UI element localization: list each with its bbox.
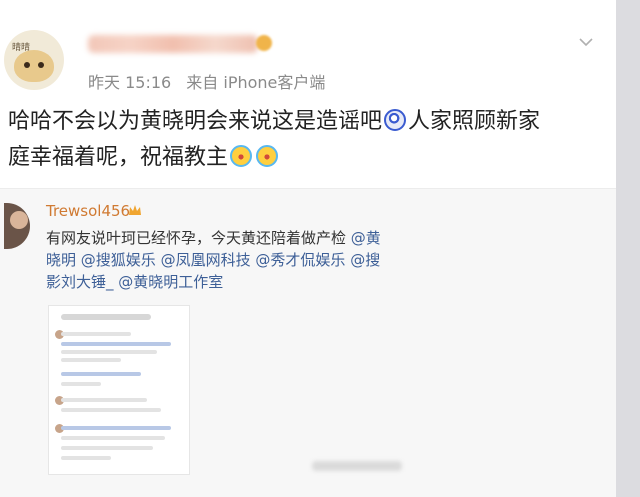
watermark bbox=[312, 461, 402, 471]
repost-avatar[interactable] bbox=[4, 203, 30, 249]
laugh-emoji-icon bbox=[384, 109, 407, 131]
reposted-weibo[interactable]: Trewsol456 有网友说叶珂已经怀孕，今天黄还陪着做产检 @黄 晓明 @搜… bbox=[0, 189, 616, 497]
mention-link[interactable]: @黄 bbox=[351, 229, 381, 247]
repost-text-prefix: 有网友说叶珂已经怀孕，今天黄还陪着做产检 bbox=[46, 229, 351, 247]
user-avatar[interactable]: 晴晴 bbox=[4, 30, 64, 90]
screenshot-thumbnail[interactable] bbox=[48, 305, 190, 475]
mention-link[interactable]: @秀才侃娱乐 bbox=[255, 251, 345, 269]
cry-emoji-icon bbox=[256, 145, 279, 167]
blurred-username[interactable] bbox=[88, 33, 272, 55]
post-source: 来自 iPhone客户端 bbox=[186, 73, 326, 92]
weibo-post-card: 晴晴 昨天 15:16 来自 iPhone客户端 哈哈不会以为黄晓明会来说这是造… bbox=[0, 0, 616, 497]
mention-link[interactable]: @黄晓明工作室 bbox=[118, 273, 223, 291]
repost-text: 有网友说叶珂已经怀孕，今天黄还陪着做产检 @黄 晓明 @搜狐娱乐 @凤凰网科技 … bbox=[46, 227, 406, 293]
post-body-line1: 哈哈不会以为黄晓明会来说这是造谣吧 bbox=[8, 109, 383, 134]
post-meta: 昨天 15:16 来自 iPhone客户端 bbox=[88, 69, 335, 93]
mention-link[interactable]: 影刘大锤_ bbox=[46, 273, 114, 291]
page-edge bbox=[616, 0, 640, 497]
cry-emoji-icon bbox=[230, 145, 253, 167]
post-body-line2: 庭幸福着呢，祝福教主 bbox=[8, 145, 229, 170]
mention-link[interactable]: @搜 bbox=[350, 251, 380, 269]
chevron-down-icon[interactable] bbox=[578, 34, 594, 50]
mention-link[interactable]: @凤凰网科技 bbox=[161, 251, 251, 269]
post-time: 昨天 15:16 bbox=[88, 73, 172, 92]
repost-username[interactable]: Trewsol456 bbox=[46, 202, 130, 220]
post-body: 哈哈不会以为黄晓明会来说这是造谣吧 人家照顾新家 庭幸福着呢，祝福教主 bbox=[8, 104, 608, 176]
vip-badge-icon bbox=[256, 35, 272, 51]
mention-link[interactable]: @搜狐娱乐 bbox=[81, 251, 156, 269]
post-body-line1b: 人家照顾新家 bbox=[408, 109, 541, 134]
mention-link[interactable]: 晓明 bbox=[46, 251, 76, 269]
crown-icon bbox=[129, 205, 141, 215]
